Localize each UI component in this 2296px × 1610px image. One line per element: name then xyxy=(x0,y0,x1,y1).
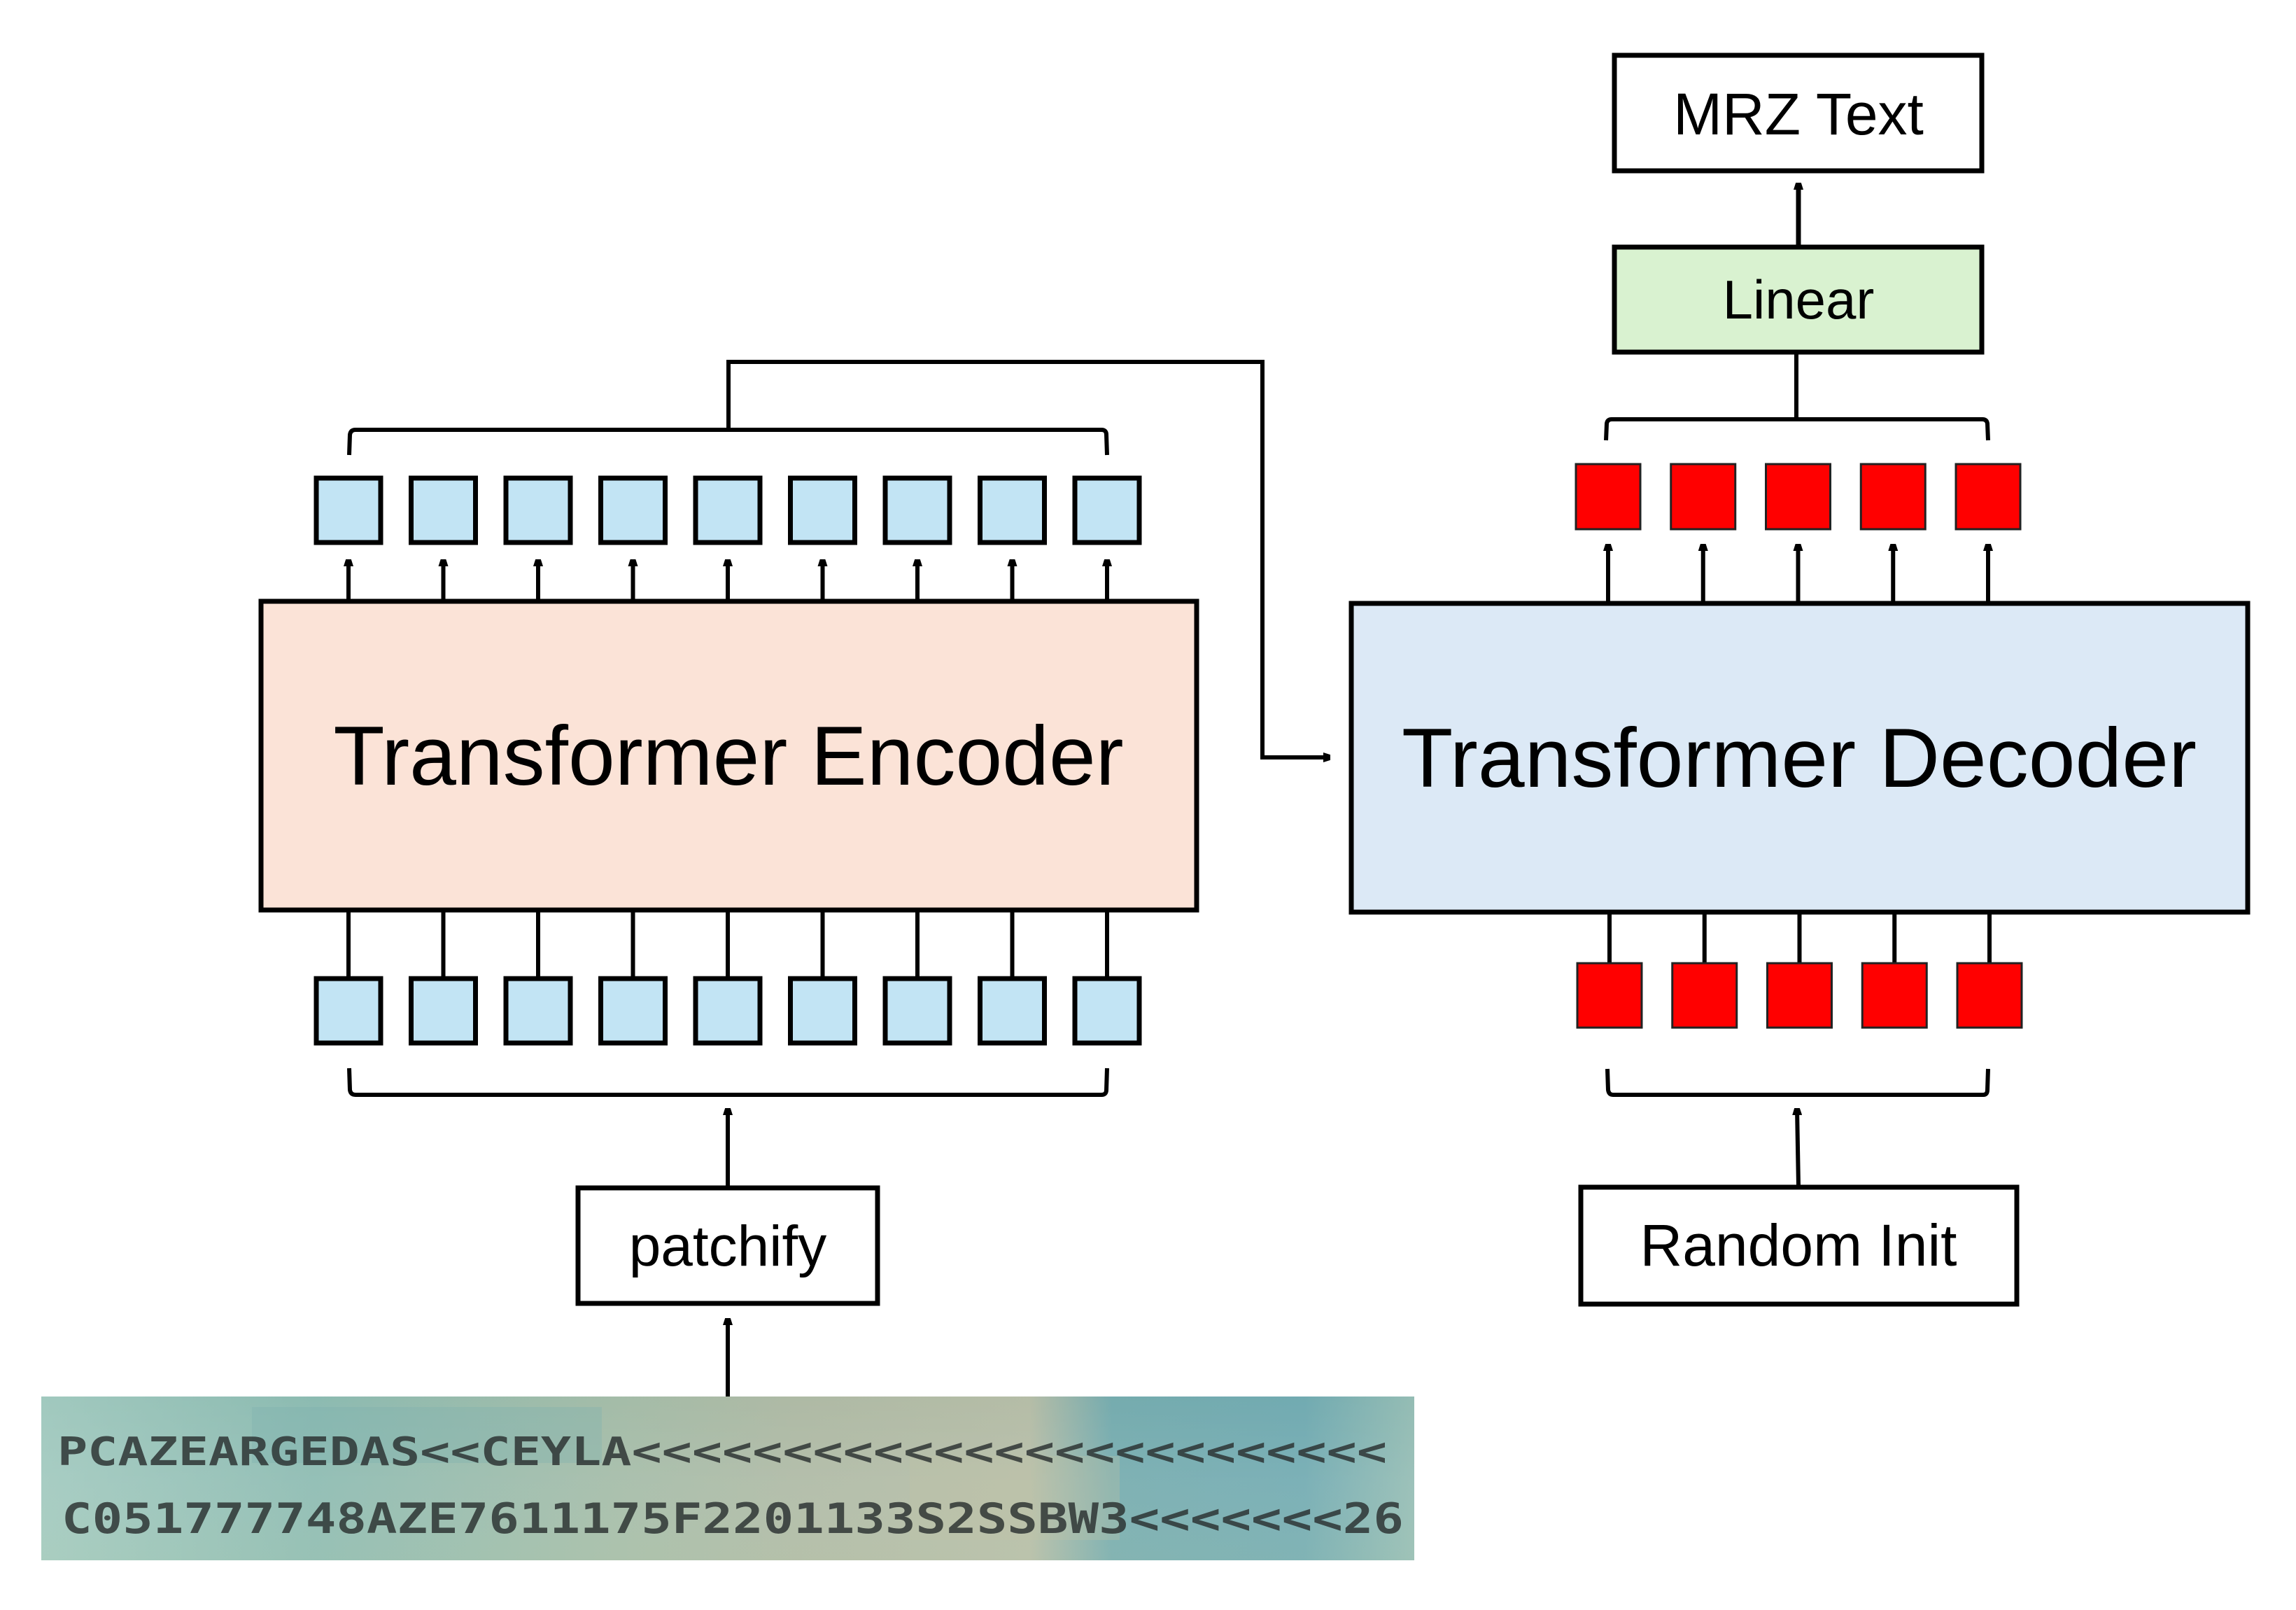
decoder-output-tokens xyxy=(1575,463,2022,601)
encoder-input-token xyxy=(503,976,573,1046)
encoder-input-token xyxy=(882,976,952,1046)
decoder-input-bracket xyxy=(1605,1068,1990,1097)
architecture-diagram: MRZ Text Linear Transformer Encoder Tran… xyxy=(41,52,2251,1560)
encoder-input-token xyxy=(788,976,857,1046)
patchify-label: patchify xyxy=(629,1214,827,1278)
encoder-input-token xyxy=(1072,976,1142,1046)
transformer-decoder-label: Transformer Decoder xyxy=(1402,711,2197,805)
encoder-output-token xyxy=(598,475,668,545)
encoder-output-token xyxy=(1072,475,1142,545)
encoder-input-token xyxy=(314,976,383,1046)
decoder-output-token xyxy=(1575,463,1642,531)
mrz-text-output-box: MRZ Text xyxy=(1612,52,1985,174)
encoder-output-token xyxy=(314,475,383,545)
mrz-line-1: PCAZEARGEDAS<<CEYLA<<<<<<<<<<<<<<<<<<<<<… xyxy=(57,1429,1387,1475)
encoder-input-token xyxy=(598,976,668,1046)
linear-label: Linear xyxy=(1723,269,1875,330)
encoder-output-token xyxy=(503,475,573,545)
decoder-output-token xyxy=(1670,463,1737,531)
decoder-input-tokens xyxy=(1576,914,2023,1029)
encoder-input-token xyxy=(409,976,478,1046)
encoder-output-token xyxy=(788,475,857,545)
random-init-box: Random Init xyxy=(1578,1184,2020,1307)
decoder-input-token xyxy=(1861,962,1928,1029)
transformer-encoder-box: Transformer Encoder xyxy=(258,598,1199,913)
encoder-output-bracket xyxy=(347,428,1109,456)
encoder-output-tokens xyxy=(314,475,1142,599)
decoder-output-bracket xyxy=(1604,417,1990,441)
encoder-output-token xyxy=(978,475,1047,545)
encoder-input-token xyxy=(978,976,1047,1046)
encoder-output-token xyxy=(693,475,763,545)
mrz-text-label: MRZ Text xyxy=(1673,81,1924,147)
encoder-output-token xyxy=(882,475,952,545)
decoder-input-token xyxy=(1576,962,1643,1029)
mrz-input-image: PCAZEARGEDAS<<CEYLA<<<<<<<<<<<<<<<<<<<<<… xyxy=(41,1396,1414,1560)
arrow-random-init-to-tokens xyxy=(1797,1109,1798,1186)
decoder-input-token xyxy=(1671,962,1738,1029)
transformer-decoder-box: Transformer Decoder xyxy=(1348,601,2251,915)
encoder-output-token xyxy=(409,475,478,545)
patchify-box: patchify xyxy=(575,1185,880,1306)
encoder-input-bracket xyxy=(347,1068,1109,1097)
decoder-output-token xyxy=(1955,463,2022,531)
decoder-output-token xyxy=(1859,463,1927,531)
transformer-encoder-label: Transformer Encoder xyxy=(333,709,1123,803)
decoder-input-token xyxy=(1766,962,1833,1029)
mrz-line-2: C051777748AZE7611175F2201133S2SSBW3<<<<<… xyxy=(62,1494,1404,1544)
decoder-input-token xyxy=(1956,962,2023,1029)
linear-box: Linear xyxy=(1612,244,1985,355)
encoder-input-token xyxy=(693,976,763,1046)
random-init-label: Random Init xyxy=(1640,1212,1957,1278)
encoder-input-tokens xyxy=(314,912,1142,1046)
decoder-output-token xyxy=(1765,463,1831,531)
